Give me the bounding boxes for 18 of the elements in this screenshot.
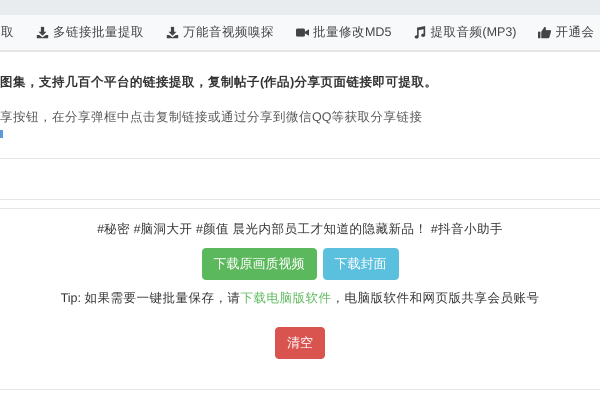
nav-label[interactable]: 多链接批量提取 (53, 24, 144, 41)
thumbs-up-icon (538, 26, 552, 39)
nav-link[interactable]: 取 (1, 24, 14, 41)
download-icon (36, 26, 49, 39)
nav-label[interactable]: 万能音视频嗅探 (183, 24, 274, 41)
headline-text: 图集，支持几百个平台的链接提取，复制帖子(作品)分享页面链接即可提取。 (0, 74, 438, 91)
video-title: #秘密 #脑洞大开 #颜值 晨光内部员工才知道的隐藏新品！ #抖音小助手 (97, 221, 503, 238)
nav-label[interactable]: 提取音频(MP3) (430, 24, 516, 41)
clear-button[interactable]: 清空 (275, 327, 325, 359)
hint-text: 享按钮，在分享弹框中点击复制链接或通过分享到微信QQ等获取分享链接 (0, 109, 424, 126)
marker-icon (0, 130, 3, 138)
input-field[interactable] (0, 158, 600, 200)
tip-text: Tip: 如果需要一键批量保存，请下载电脑版软件，电脑版软件和网页版共享会员账号 (60, 290, 540, 307)
video-camera-icon (296, 26, 309, 39)
download-icon (166, 26, 179, 39)
music-note-icon (413, 26, 426, 39)
nav-label[interactable]: 开通会 (555, 24, 594, 41)
nav-label[interactable]: 批量修改MD5 (313, 24, 392, 41)
